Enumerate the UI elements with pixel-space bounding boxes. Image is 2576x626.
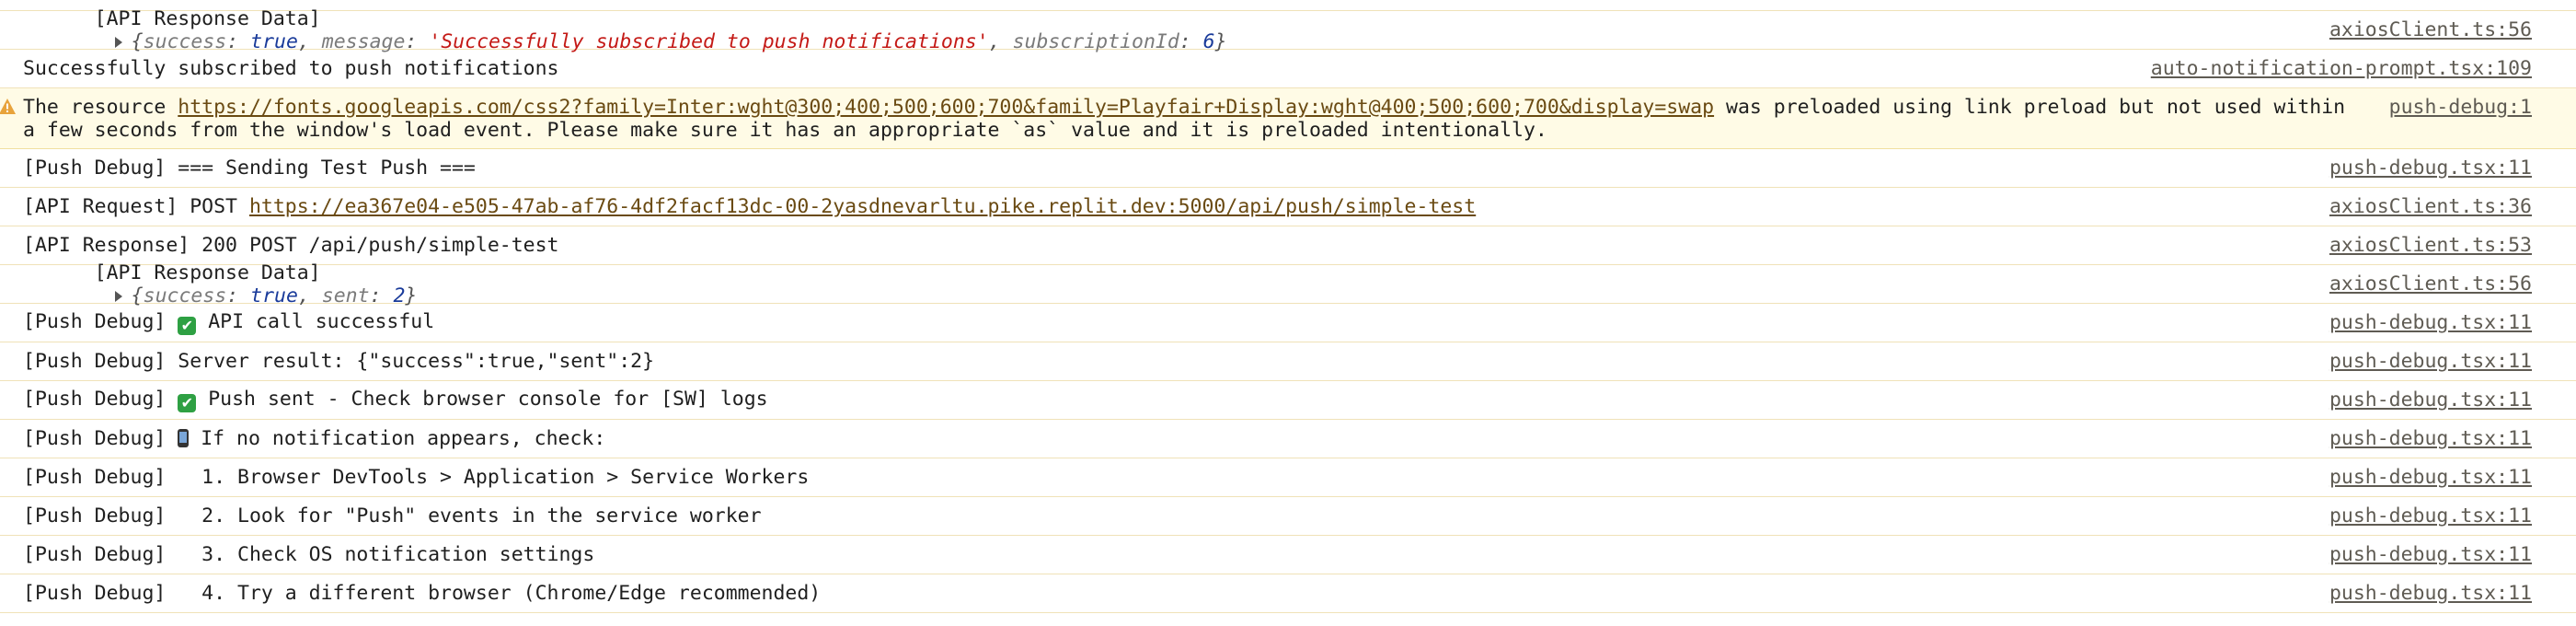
log-message: [Push Debug] 2. Look for "Push" events i… — [23, 504, 762, 527]
console-row-api-response-data: [API Response Data] {success: true, mess… — [0, 7, 2576, 53]
console-row-warning: The resource https://fonts.googleapis.co… — [0, 88, 2576, 149]
source-link[interactable]: axiosClient.ts:36 — [2329, 195, 2532, 218]
request-url-link[interactable]: https://ea367e04-e505-47ab-af76-4df2facf… — [249, 195, 1476, 218]
source-link[interactable]: auto-notification-prompt.tsx:109 — [2151, 57, 2532, 80]
source-link[interactable]: axiosClient.ts:56 — [2329, 18, 2532, 41]
log-message: [Push Debug] Server result: {"success":t… — [23, 350, 655, 373]
warning-message: The resource https://fonts.googleapis.co… — [23, 96, 2346, 142]
console-row-server-result: [Push Debug] Server result: {"success":t… — [0, 342, 2576, 381]
mobile-phone-icon — [178, 429, 190, 447]
preload-resource-link[interactable]: https://fonts.googleapis.com/css2?family… — [178, 96, 1714, 119]
log-message: [Push Debug] 4. Try a different browser … — [23, 582, 822, 605]
source-link[interactable]: push-debug.tsx:11 — [2329, 350, 2532, 373]
console-row-push-sent: [Push Debug] ✔ Push sent - Check browser… — [0, 381, 2576, 420]
log-prefix: [API Response Data] — [94, 261, 321, 284]
console-row-step-2: [Push Debug] 2. Look for "Push" events i… — [0, 497, 2576, 536]
source-link[interactable]: push-debug:1 — [2389, 96, 2532, 119]
check-mark-icon: ✔ — [178, 317, 197, 335]
console-panel: [API Response Data] {success: true, mess… — [0, 0, 2576, 626]
console-row-sending-test-push: [Push Debug] === Sending Test Push === p… — [0, 149, 2576, 188]
console-row-step-3: [Push Debug] 3. Check OS notification se… — [0, 536, 2576, 574]
expand-triangle-icon[interactable] — [114, 36, 122, 48]
source-link[interactable]: push-debug.tsx:11 — [2329, 156, 2532, 180]
console-row-subscribed: Successfully subscribed to push notifica… — [0, 50, 2576, 88]
source-link[interactable]: push-debug.tsx:11 — [2329, 427, 2532, 450]
log-message: Successfully subscribed to push notifica… — [23, 57, 559, 80]
source-link[interactable]: push-debug.tsx:11 — [2329, 582, 2532, 605]
log-prefix: [API Response Data] — [94, 6, 321, 30]
console-row-step-4: [Push Debug] 4. Try a different browser … — [0, 574, 2576, 613]
console-row-api-call-successful: [Push Debug] ✔ API call successful push-… — [0, 304, 2576, 342]
console-row-if-no-notification: [Push Debug] If no notification appears,… — [0, 420, 2576, 458]
expand-triangle-icon[interactable] — [114, 290, 122, 302]
warning-icon — [0, 99, 16, 114]
source-link[interactable]: push-debug.tsx:11 — [2329, 504, 2532, 527]
source-link[interactable]: axiosClient.ts:56 — [2329, 272, 2532, 296]
source-link[interactable]: push-debug.tsx:11 — [2329, 543, 2532, 566]
console-row-api-response-data-2: [API Response Data] {success: true, sent… — [0, 261, 2576, 307]
source-link[interactable]: push-debug.tsx:11 — [2329, 388, 2532, 412]
source-link[interactable]: axiosClient.ts:53 — [2329, 234, 2532, 257]
source-link[interactable]: push-debug.tsx:11 — [2329, 466, 2532, 489]
log-message: [Push Debug] 3. Check OS notification se… — [23, 543, 595, 566]
check-mark-icon: ✔ — [178, 394, 197, 412]
log-message: [API Request] POST — [23, 195, 249, 218]
console-row-api-request: [API Request] POST https://ea367e04-e505… — [0, 188, 2576, 226]
console-row-step-1: [Push Debug] 1. Browser DevTools > Appli… — [0, 458, 2576, 497]
source-link[interactable]: push-debug.tsx:11 — [2329, 311, 2532, 334]
log-message: [Push Debug] 1. Browser DevTools > Appli… — [23, 466, 810, 489]
log-message: [Push Debug] === Sending Test Push === — [23, 156, 476, 180]
